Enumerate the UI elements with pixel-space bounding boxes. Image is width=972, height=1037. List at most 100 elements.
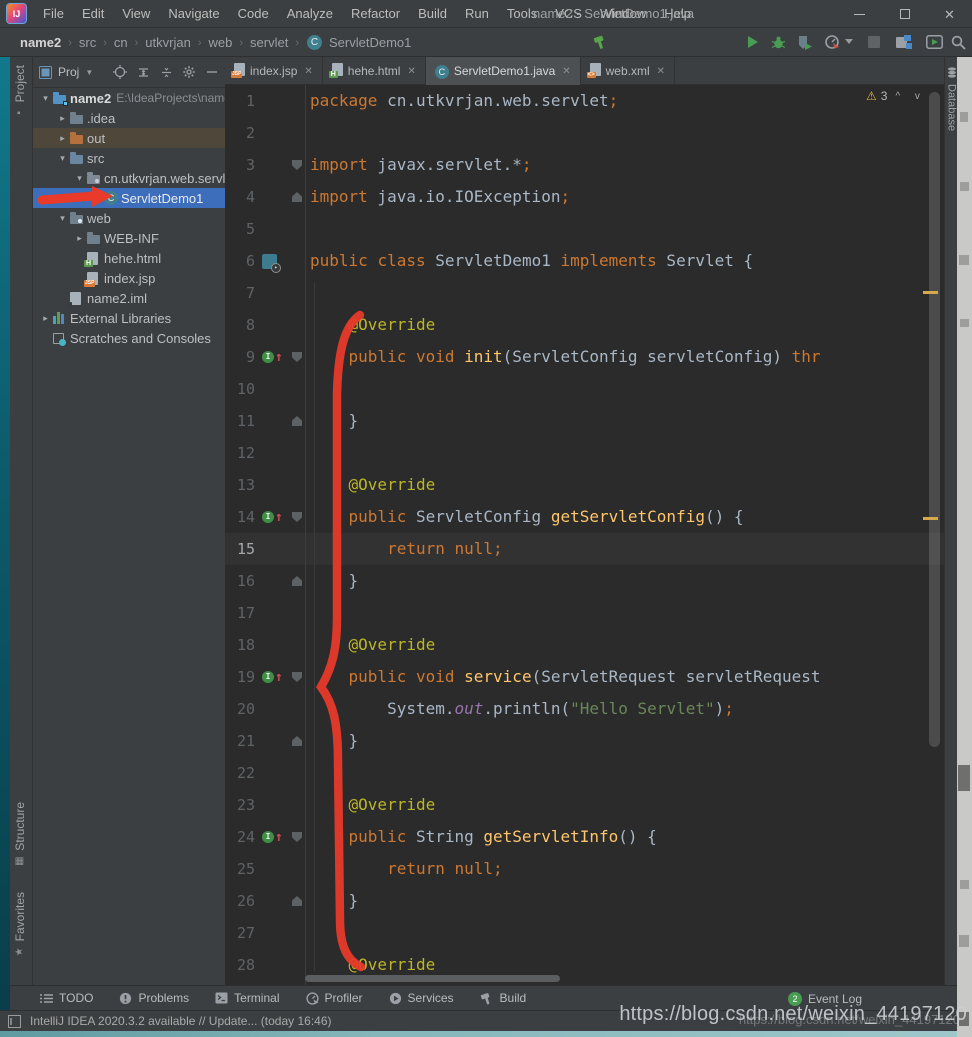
project-panel-title[interactable]: Proj	[58, 65, 79, 79]
tab-index-jsp[interactable]: JSPindex.jsp✕	[225, 57, 323, 85]
fold-marker-icon[interactable]	[292, 192, 302, 202]
tab-close-icon[interactable]: ✕	[304, 66, 312, 77]
toolwindow-button-profiler[interactable]: Profiler	[306, 991, 363, 1005]
tool-stripe-project[interactable]: ▪Project	[13, 65, 27, 118]
collapse-all-icon[interactable]	[159, 65, 173, 79]
chevron-closed-icon[interactable]: ▸	[55, 113, 70, 124]
locate-file-icon[interactable]	[113, 65, 127, 79]
breadcrumb-src[interactable]: src	[77, 35, 98, 50]
code-line-21[interactable]: 21 }	[225, 725, 944, 757]
profiler-icon[interactable]	[820, 31, 844, 53]
build-hammer-icon[interactable]	[588, 31, 612, 53]
menu-view[interactable]: View	[113, 0, 159, 28]
breadcrumb-name2[interactable]: name2	[18, 35, 63, 50]
code-line-15[interactable]: 15 return null;	[225, 533, 944, 565]
toolwindow-button-problems[interactable]: Problems	[119, 991, 189, 1005]
fold-marker-icon[interactable]	[292, 576, 302, 586]
tree-item-out[interactable]: ▸out	[33, 128, 225, 148]
toolwindow-button-services[interactable]: Services	[389, 991, 454, 1005]
tree-item-index-jsp[interactable]: JSPindex.jsp	[33, 268, 225, 288]
run-icon[interactable]	[740, 31, 764, 53]
breadcrumb-web[interactable]: web	[207, 35, 235, 50]
chevron-open-icon[interactable]: ▾	[55, 213, 70, 224]
menu-edit[interactable]: Edit	[73, 0, 113, 28]
run-anything-icon[interactable]	[922, 31, 946, 53]
tree-item-web[interactable]: ▾web	[33, 208, 225, 228]
vertical-scrollbar[interactable]	[929, 92, 940, 747]
fold-marker-icon[interactable]	[292, 832, 302, 842]
code-line-16[interactable]: 16 }	[225, 565, 944, 597]
horizontal-scrollbar[interactable]	[305, 975, 560, 982]
code-line-4[interactable]: 4import java.io.IOException;	[225, 181, 944, 213]
fold-marker-icon[interactable]	[292, 416, 302, 426]
menu-run[interactable]: Run	[456, 0, 498, 28]
menu-code[interactable]: Code	[229, 0, 278, 28]
tab-web-xml[interactable]: <>web.xml✕	[581, 57, 675, 85]
fold-column[interactable]	[289, 149, 305, 181]
chevron-open-icon[interactable]: ▾	[55, 153, 70, 164]
tab-servletdemo1-java[interactable]: CServletDemo1.java✕	[426, 57, 581, 85]
tree-item-servletdemo1[interactable]: CServletDemo1	[33, 188, 225, 208]
chevron-closed-icon[interactable]: ▸	[38, 313, 53, 324]
warning-stripe-mark[interactable]	[923, 291, 938, 294]
code-line-25[interactable]: 25 return null;	[225, 853, 944, 885]
minimize-button[interactable]	[837, 0, 882, 28]
chevron-open-icon[interactable]: ▾	[72, 173, 87, 184]
code-line-18[interactable]: 18 @Override	[225, 629, 944, 661]
chevron-closed-icon[interactable]: ▸	[55, 133, 70, 144]
code-line-6[interactable]: 6▸public class ServletDemo1 implements S…	[225, 245, 944, 277]
toolwindows-icon[interactable]	[892, 31, 916, 53]
override-gutter-icon[interactable]: I↑	[259, 661, 289, 693]
fold-marker-icon[interactable]	[292, 160, 302, 170]
menu-build[interactable]: Build	[409, 0, 456, 28]
override-gutter-icon[interactable]: I↑	[259, 501, 289, 533]
code-line-11[interactable]: 11 }	[225, 405, 944, 437]
menu-refactor[interactable]: Refactor	[342, 0, 409, 28]
fold-column[interactable]	[289, 501, 305, 533]
code-line-24[interactable]: 24I↑ public String getServletInfo() {	[225, 821, 944, 853]
fold-column[interactable]	[289, 181, 305, 213]
override-gutter-icon[interactable]: I↑	[259, 821, 289, 853]
code-line-9[interactable]: 9I↑ public void init(ServletConfig servl…	[225, 341, 944, 373]
breadcrumb-servletdemo1[interactable]: ServletDemo1	[327, 35, 413, 50]
code-editor[interactable]: 1package cn.utkvrjan.web.servlet;23impor…	[225, 85, 944, 985]
stop-icon[interactable]	[862, 31, 886, 53]
code-line-14[interactable]: 14I↑ public ServletConfig getServletConf…	[225, 501, 944, 533]
code-line-17[interactable]: 17	[225, 597, 944, 629]
menu-file[interactable]: File	[34, 0, 73, 28]
fold-marker-icon[interactable]	[292, 672, 302, 682]
tool-stripe-database[interactable]: Database	[945, 65, 958, 131]
tree-item-name2[interactable]: ▾name2E:\IdeaProjects\name2	[33, 88, 225, 108]
fold-column[interactable]	[289, 661, 305, 693]
fold-marker-icon[interactable]	[292, 512, 302, 522]
code-line-20[interactable]: 20 System.out.println("Hello Servlet");	[225, 693, 944, 725]
toolwindow-button-build[interactable]: Build	[480, 991, 527, 1005]
tree-item-cn-utkvrjan-web-servlet[interactable]: ▾cn.utkvrjan.web.servlet	[33, 168, 225, 188]
tree-item-idea[interactable]: ▸.idea	[33, 108, 225, 128]
toolwindow-button-terminal[interactable]: Terminal	[215, 991, 279, 1005]
chevron-closed-icon[interactable]: ▸	[72, 233, 87, 244]
code-line-10[interactable]: 10	[225, 373, 944, 405]
code-line-27[interactable]: 27	[225, 917, 944, 949]
code-line-1[interactable]: 1package cn.utkvrjan.web.servlet;	[225, 85, 944, 117]
fold-column[interactable]	[289, 565, 305, 597]
inspection-widget[interactable]: ⚠ 3 ^ v	[866, 89, 926, 103]
maximize-button[interactable]	[882, 0, 927, 28]
code-line-19[interactable]: 19I↑ public void service(ServletRequest …	[225, 661, 944, 693]
code-line-22[interactable]: 22	[225, 757, 944, 789]
menu-navigate[interactable]: Navigate	[159, 0, 228, 28]
search-icon[interactable]	[946, 31, 970, 53]
code-line-8[interactable]: 8 @Override	[225, 309, 944, 341]
code-line-26[interactable]: 26 }	[225, 885, 944, 917]
close-button[interactable]: ✕	[927, 0, 972, 28]
tab-close-icon[interactable]: ✕	[562, 66, 570, 77]
code-line-23[interactable]: 23 @Override	[225, 789, 944, 821]
hide-panel-icon[interactable]	[205, 65, 219, 79]
tab-hehe-html[interactable]: Hhehe.html✕	[323, 57, 426, 85]
code-line-3[interactable]: 3import javax.servlet.*;	[225, 149, 944, 181]
fold-column[interactable]	[289, 725, 305, 757]
tab-close-icon[interactable]: ✕	[407, 66, 415, 77]
tree-item-src[interactable]: ▾src	[33, 148, 225, 168]
menu-analyze[interactable]: Analyze	[278, 0, 342, 28]
profiler-dropdown-icon[interactable]	[842, 31, 856, 53]
